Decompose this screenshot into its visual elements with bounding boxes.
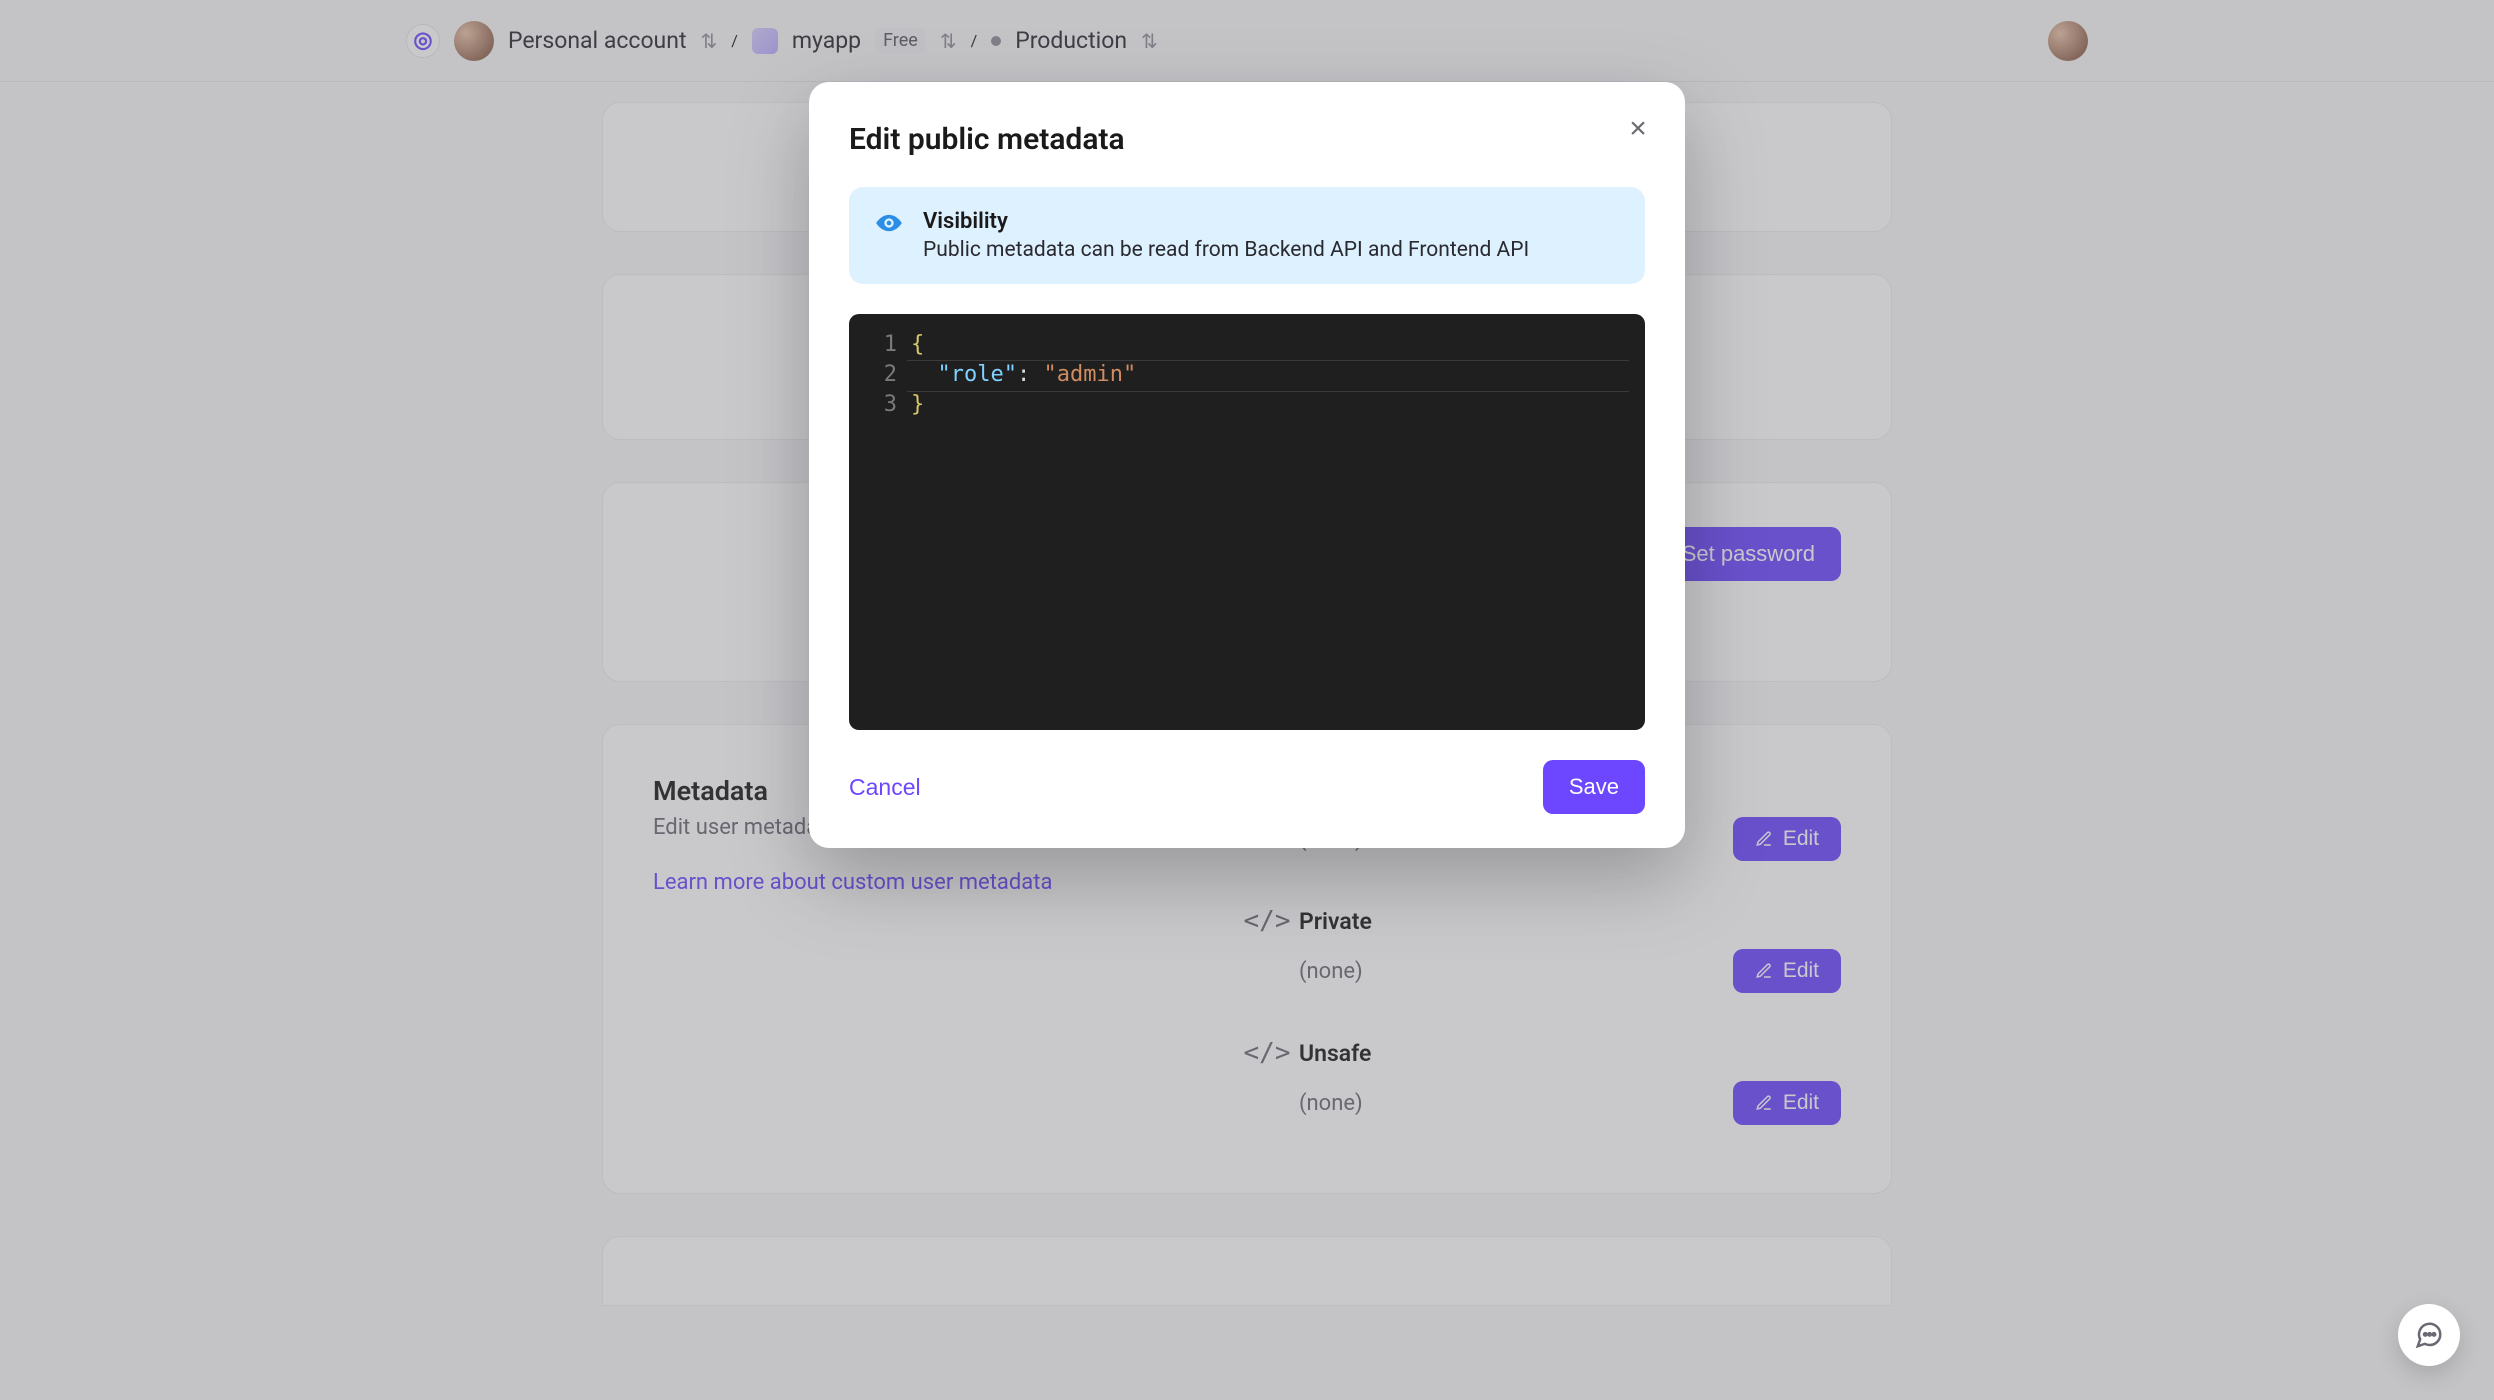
- visibility-notice: Visibility Public metadata can be read f…: [849, 187, 1645, 284]
- close-icon: ×: [1629, 112, 1647, 145]
- notice-title: Visibility: [923, 209, 1529, 234]
- edit-metadata-modal: Edit public metadata × Visibility Public…: [809, 82, 1685, 848]
- notice-description: Public metadata can be read from Backend…: [923, 238, 1529, 262]
- eye-icon: [875, 209, 903, 237]
- support-chat-button[interactable]: [2398, 1304, 2460, 1366]
- modal-title: Edit public metadata: [849, 122, 1645, 157]
- json-editor[interactable]: 123 { "role": "admin"}: [849, 314, 1645, 730]
- save-button[interactable]: Save: [1543, 760, 1645, 814]
- editor-gutter: 123: [849, 330, 911, 730]
- save-button-label: Save: [1569, 774, 1619, 800]
- modal-overlay[interactable]: Edit public metadata × Visibility Public…: [0, 0, 2494, 1400]
- editor-code-area[interactable]: { "role": "admin"}: [911, 330, 1645, 730]
- chat-icon: [2414, 1320, 2444, 1350]
- close-modal-button[interactable]: ×: [1621, 112, 1655, 146]
- cancel-button[interactable]: Cancel: [849, 774, 921, 801]
